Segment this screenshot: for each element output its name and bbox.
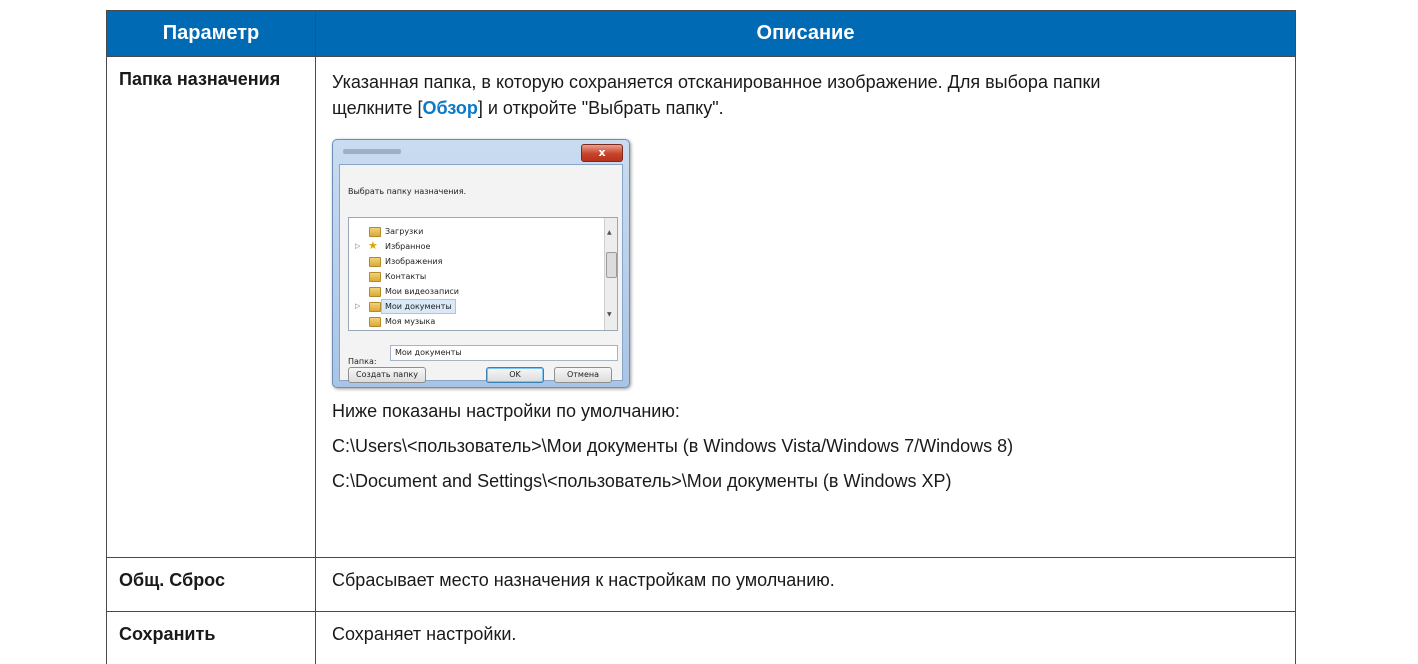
- default-path-xp: C:\Document and Settings\<пользователь>\…: [332, 464, 1279, 499]
- tree-item-label: Контакты: [385, 269, 426, 284]
- create-folder-button[interactable]: Создать папку: [348, 367, 426, 383]
- param-name-reset: Общ. Сброс: [107, 558, 316, 612]
- dialog-prompt: Выбрать папку назначения.: [348, 179, 466, 205]
- scroll-up-icon[interactable]: ▲: [607, 220, 612, 246]
- desc-text-fragment: ] и откройте "Выбрать папку".: [478, 98, 724, 118]
- settings-table: Параметр Описание Папка назначения Указа…: [106, 10, 1296, 664]
- tree-item-label: Изображения: [385, 254, 442, 269]
- param-name-destination: Папка назначения: [107, 57, 316, 558]
- folder-icon: [369, 227, 381, 237]
- param-desc-reset: Сбрасывает место назначения к настройкам…: [316, 558, 1296, 612]
- tree-item-label: Избранное: [385, 239, 430, 254]
- table-header-row: Параметр Описание: [107, 11, 1296, 57]
- tree-item-label: Загрузки: [385, 224, 423, 239]
- column-header-parameter: Параметр: [107, 11, 316, 57]
- dialog-title-blurred: [343, 149, 401, 154]
- tree-item-label: Мои документы: [381, 299, 456, 314]
- dialog-body: Выбрать папку назначения. Загрузки ▷ ★ И…: [339, 164, 623, 381]
- column-header-description: Описание: [316, 11, 1296, 57]
- cancel-button[interactable]: Отмена: [554, 367, 612, 383]
- table-row: Папка назначения Указанная папка, в кото…: [107, 57, 1296, 558]
- folder-icon: [369, 257, 381, 267]
- scroll-thumb[interactable]: [606, 252, 617, 278]
- dialog-titlebar: x: [339, 144, 625, 160]
- tree-item-label: Моя музыка: [385, 314, 435, 329]
- tree-item-label: Мои видеозаписи: [385, 284, 459, 299]
- star-icon: ★: [368, 238, 378, 253]
- defaults-intro: Ниже показаны настройки по умолчанию:: [332, 394, 1279, 429]
- default-path-vista-7-8: C:\Users\<пользователь>\Мои документы (в…: [332, 429, 1279, 464]
- folder-tree[interactable]: Загрузки ▷ ★ Избранное Изображения: [348, 217, 618, 331]
- table-row: Общ. Сброс Сбрасывает место назначения к…: [107, 558, 1296, 612]
- browse-button-reference: Обзор: [422, 98, 477, 118]
- expand-arrow-icon[interactable]: ▷: [355, 299, 360, 314]
- tree-scrollbar[interactable]: ▲ ▼: [604, 218, 617, 330]
- desc-text-line: Указанная папка, в которую сохраняется о…: [332, 69, 1279, 95]
- folder-icon: [369, 287, 381, 297]
- ok-button[interactable]: OK: [486, 367, 544, 383]
- expand-arrow-icon[interactable]: ▷: [355, 239, 360, 254]
- desc-text-fragment: щелкните [: [332, 98, 422, 118]
- folder-icon: [369, 302, 381, 312]
- select-folder-dialog: x Выбрать папку назначения. Загрузки ▷ ★: [332, 139, 630, 388]
- folder-icon: [369, 317, 381, 327]
- param-name-save: Сохранить: [107, 612, 316, 664]
- param-desc-destination: Указанная папка, в которую сохраняется о…: [316, 57, 1296, 558]
- table-row: Сохранить Сохраняет настройки.: [107, 612, 1296, 664]
- desc-text-line: щелкните [Обзор] и откройте "Выбрать пап…: [332, 95, 1279, 121]
- folder-input[interactable]: Мои документы: [390, 345, 618, 361]
- param-desc-save: Сохраняет настройки.: [316, 612, 1296, 664]
- close-icon[interactable]: x: [581, 144, 623, 162]
- folder-icon: [369, 272, 381, 282]
- scroll-down-icon[interactable]: ▼: [607, 302, 612, 328]
- defaults-block: Ниже показаны настройки по умолчанию: C:…: [332, 394, 1279, 499]
